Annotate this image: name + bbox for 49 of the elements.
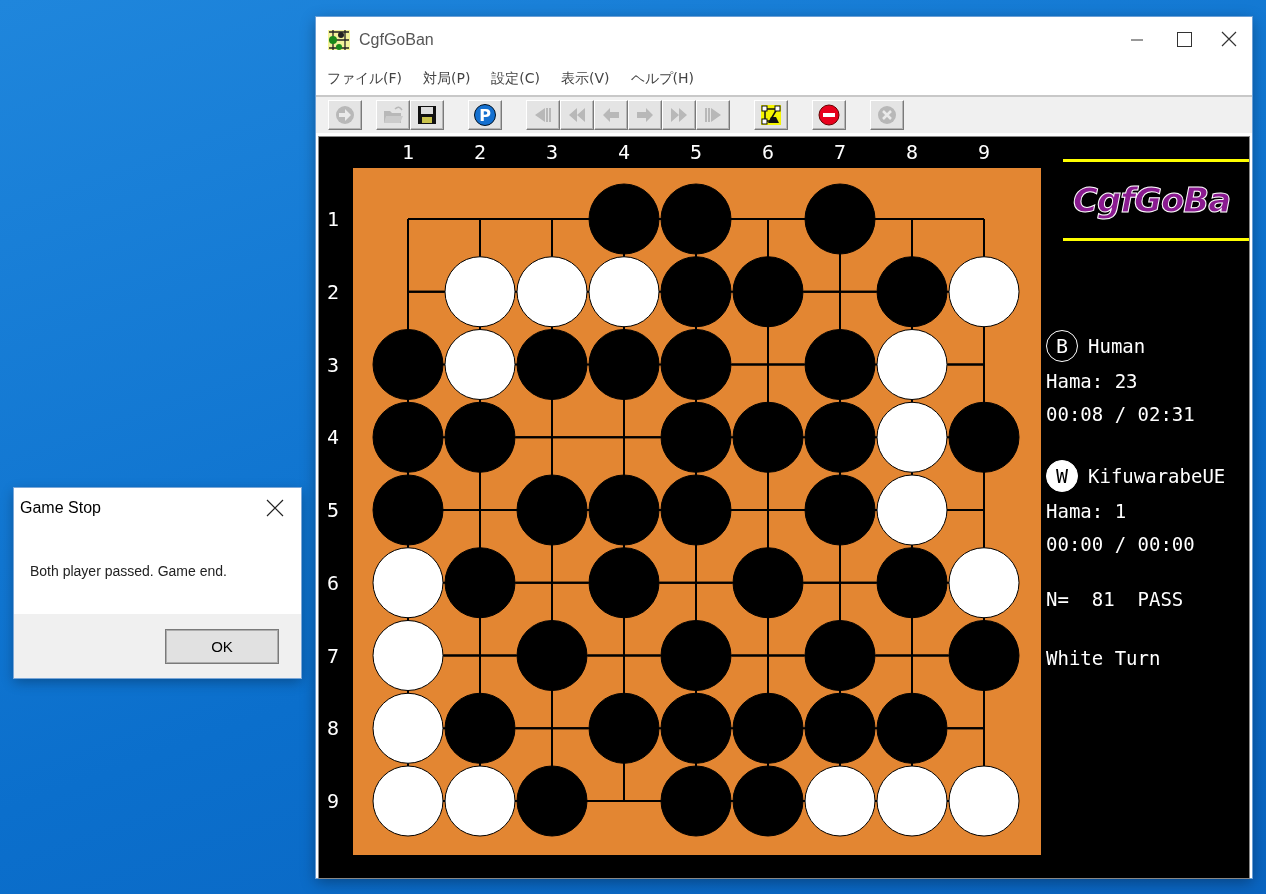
logo-text: CgfGoBa bbox=[1073, 180, 1231, 220]
column-label: 2 bbox=[474, 140, 486, 164]
row-label: 3 bbox=[327, 352, 339, 377]
menu-item[interactable]: 表示(V) bbox=[554, 70, 617, 88]
row-label: 2 bbox=[327, 279, 339, 304]
column-label: 3 bbox=[546, 140, 558, 164]
player-color-mark: W bbox=[1046, 460, 1078, 492]
window-title: CgfGoBan bbox=[359, 31, 434, 49]
row-label: 4 bbox=[327, 425, 339, 450]
row-label: 8 bbox=[327, 716, 339, 741]
diagram-icon bbox=[760, 104, 782, 126]
app-logo-icon bbox=[327, 29, 351, 51]
close-circle-icon bbox=[876, 104, 898, 126]
row-label: 9 bbox=[327, 789, 339, 813]
save-button[interactable] bbox=[410, 100, 444, 130]
menu-item[interactable]: 設定(C) bbox=[484, 70, 548, 88]
stop-icon bbox=[818, 104, 840, 126]
column-label: 7 bbox=[834, 140, 846, 164]
row-label: 5 bbox=[327, 498, 339, 522]
time-text: 00:08 / 02:31 bbox=[1046, 401, 1196, 427]
board-edit-button[interactable] bbox=[754, 100, 788, 130]
captures-text: Hama: 23 bbox=[1046, 368, 1139, 394]
menu-item[interactable]: ファイル(F) bbox=[320, 70, 409, 88]
column-label: 6 bbox=[762, 140, 774, 164]
move-status: N= 81 PASS bbox=[1046, 586, 1185, 612]
captures-text: Hama: 1 bbox=[1046, 498, 1128, 524]
arrow-circle-icon bbox=[334, 104, 356, 126]
menu-item[interactable]: ヘルプ(H) bbox=[623, 70, 702, 88]
column-label: 8 bbox=[906, 140, 918, 164]
player-name: Human bbox=[1088, 335, 1146, 357]
menu-item[interactable]: 対局(P) bbox=[416, 70, 478, 88]
pass-button[interactable]: P bbox=[468, 100, 502, 130]
stop-button[interactable] bbox=[812, 100, 846, 130]
column-label: 9 bbox=[978, 140, 990, 164]
row-label: 7 bbox=[327, 643, 339, 668]
row-label: 6 bbox=[327, 570, 339, 595]
dialog-message: Both player passed. Game end. bbox=[30, 563, 227, 579]
dialog-title: Game Stop bbox=[20, 499, 102, 517]
row-label: 1 bbox=[327, 207, 339, 231]
ok-button[interactable]: OK bbox=[166, 629, 278, 663]
column-label: 5 bbox=[690, 140, 702, 164]
time-text: 00:00 / 00:00 bbox=[1046, 531, 1196, 557]
player-color-mark: B bbox=[1046, 330, 1078, 362]
column-label: 1 bbox=[402, 140, 414, 164]
close-icon[interactable] bbox=[265, 498, 285, 518]
player-name: KifuwarabeUE bbox=[1088, 465, 1226, 487]
folder-icon bbox=[382, 104, 404, 126]
column-label: 4 bbox=[618, 140, 630, 164]
turn-status: White Turn bbox=[1046, 645, 1162, 671]
